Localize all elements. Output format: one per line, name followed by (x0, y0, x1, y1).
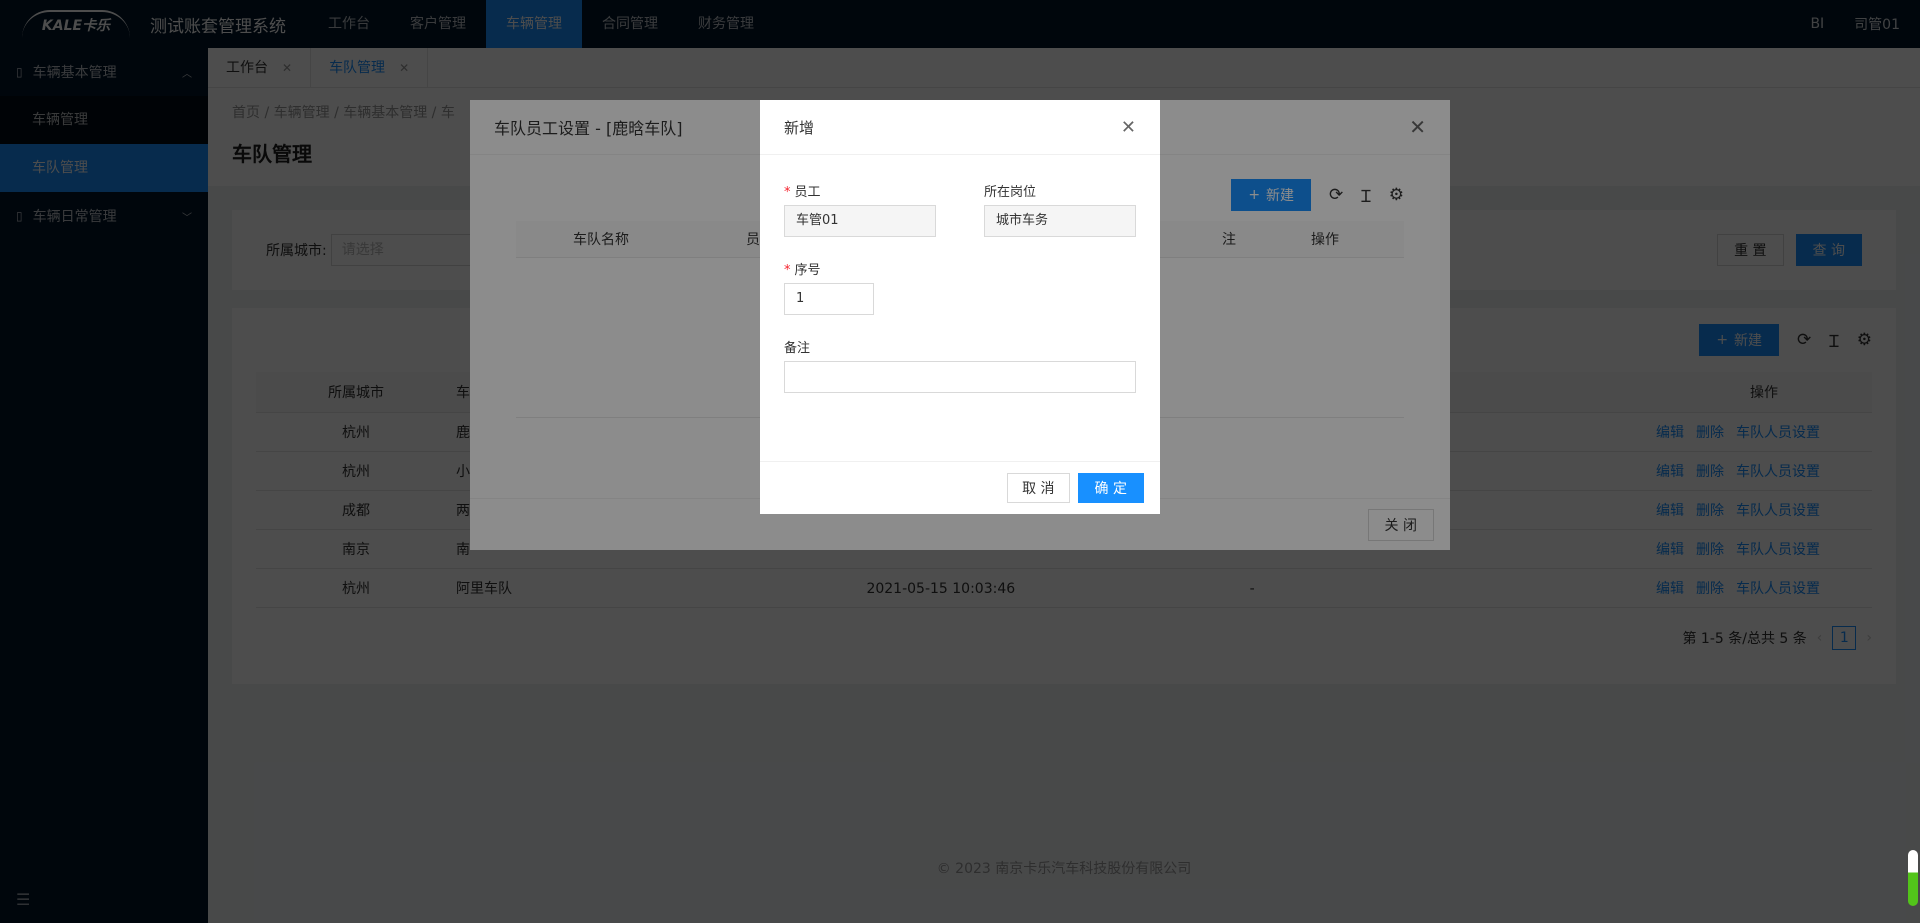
modal-title: 新增 (784, 118, 815, 137)
seq-input[interactable]: 1 (784, 283, 874, 315)
required-mark: * (784, 185, 791, 200)
employee-label: * 员工 (784, 181, 936, 200)
seq-label: * 序号 (784, 259, 1136, 278)
modal-footer: 取 消 确 定 (760, 461, 1160, 514)
close-icon[interactable]: ✕ (1121, 117, 1136, 138)
post-label: 所在岗位 (984, 185, 1037, 200)
modal-header: 新增 ✕ (760, 100, 1160, 155)
remark-label: 备注 (784, 341, 811, 356)
employee-field-group: * 员工 车管01 (784, 181, 936, 237)
add-staff-modal: 新增 ✕ * 员工 车管01 所在岗位 城市车务 * 序号 1 备注 取 消 确 定 (760, 100, 1160, 514)
ok-button[interactable]: 确 定 (1077, 473, 1144, 503)
employee-field[interactable]: 车管01 (784, 205, 936, 237)
post-field[interactable]: 城市车务 (984, 205, 1136, 237)
seq-field-group: * 序号 1 (784, 259, 1136, 315)
remark-field-group: 备注 (784, 337, 1136, 393)
cancel-button[interactable]: 取 消 (1007, 473, 1070, 503)
required-mark: * (784, 263, 791, 278)
post-field-group: 所在岗位 城市车务 (984, 181, 1136, 237)
add-staff-form: * 员工 车管01 所在岗位 城市车务 * 序号 1 备注 (760, 155, 1160, 393)
label-text: 员工 (794, 185, 821, 200)
label-text: 序号 (794, 263, 821, 278)
remark-input[interactable] (784, 361, 1136, 393)
scroll-indicator[interactable] (1908, 850, 1918, 906)
